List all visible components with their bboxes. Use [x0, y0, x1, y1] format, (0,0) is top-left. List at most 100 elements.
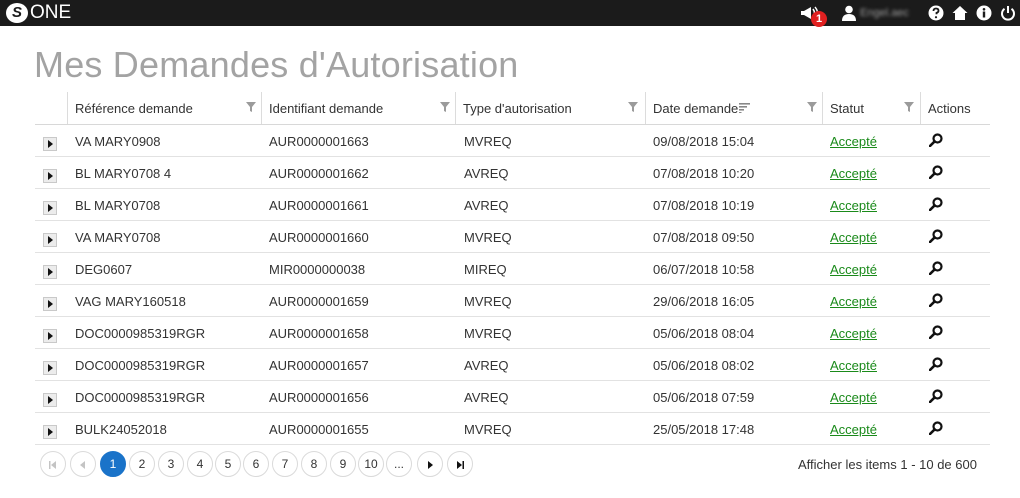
status-link[interactable]: Accepté: [830, 422, 877, 437]
search-icon[interactable]: [929, 421, 943, 435]
expand-row-icon[interactable]: [43, 201, 57, 215]
filter-icon[interactable]: [904, 102, 914, 112]
expand-row-icon[interactable]: [43, 393, 57, 407]
table-row[interactable]: DOC0000985319RGR AUR0000001658 MVREQ 05/…: [35, 317, 990, 349]
first-page-icon: [49, 461, 56, 469]
cell-reference: BULK24052018: [75, 422, 167, 437]
filter-icon[interactable]: [246, 102, 256, 112]
table-row[interactable]: DEG0607 MIR0000000038 MIREQ 06/07/2018 1…: [35, 253, 990, 285]
info-icon[interactable]: [975, 4, 993, 22]
expand-row-icon[interactable]: [43, 137, 57, 151]
power-icon[interactable]: [999, 4, 1017, 22]
table-row[interactable]: BULK24052018 AUR0000001655 MVREQ 25/05/2…: [35, 413, 990, 445]
last-page-button[interactable]: [447, 451, 473, 477]
page-button[interactable]: 10: [358, 451, 384, 477]
page-button[interactable]: ...: [386, 451, 412, 477]
status-link[interactable]: Accepté: [830, 358, 877, 373]
cell-identifier: AUR0000001660: [269, 230, 369, 245]
page-button[interactable]: 5: [215, 451, 241, 477]
page-button[interactable]: 9: [330, 451, 356, 477]
next-page-button[interactable]: [417, 451, 443, 477]
search-icon[interactable]: [929, 165, 943, 179]
filter-icon[interactable]: [440, 102, 450, 112]
table-row[interactable]: VA MARY0908 AUR0000001663 MVREQ 09/08/20…: [35, 125, 990, 157]
search-icon[interactable]: [929, 261, 943, 275]
expand-row-icon[interactable]: [43, 297, 57, 311]
sort-descending-icon: [739, 103, 750, 113]
top-bar: S ONE 1 Engel.aec: [0, 0, 1020, 27]
page-button-current[interactable]: 1: [100, 451, 126, 477]
cell-reference: DOC0000985319RGR: [75, 326, 206, 341]
expand-row-icon[interactable]: [43, 329, 57, 343]
page-button[interactable]: 2: [129, 451, 155, 477]
search-icon[interactable]: [929, 229, 943, 243]
search-icon[interactable]: [929, 357, 943, 371]
app-logo[interactable]: S ONE: [6, 2, 71, 24]
status-link[interactable]: Accepté: [830, 390, 877, 405]
cell-identifier: AUR0000001657: [269, 358, 369, 373]
cell-identifier: AUR0000001663: [269, 134, 369, 149]
user-icon[interactable]: [840, 4, 858, 22]
cell-type: MVREQ: [464, 134, 512, 149]
status-link[interactable]: Accepté: [830, 262, 877, 277]
page-button[interactable]: 6: [243, 451, 269, 477]
page-button[interactable]: 3: [158, 451, 184, 477]
requests-table: Référence demande Identifiant demande Ty…: [35, 92, 990, 445]
expand-row-icon[interactable]: [43, 169, 57, 183]
cell-identifier: AUR0000001658: [269, 326, 369, 341]
help-icon[interactable]: [927, 4, 945, 22]
status-link[interactable]: Accepté: [830, 166, 877, 181]
cell-type: AVREQ: [464, 198, 509, 213]
search-icon[interactable]: [929, 325, 943, 339]
column-header-reference[interactable]: Référence demande: [67, 92, 261, 124]
status-link[interactable]: Accepté: [830, 326, 877, 341]
table-row[interactable]: BL MARY0708 4 AUR0000001662 AVREQ 07/08/…: [35, 157, 990, 189]
logo-text: ONE: [30, 2, 72, 23]
table-body: VA MARY0908 AUR0000001663 MVREQ 09/08/20…: [35, 125, 990, 445]
prev-page-button: [70, 451, 96, 477]
table-row[interactable]: BL MARY0708 AUR0000001661 AVREQ 07/08/20…: [35, 189, 990, 221]
expand-row-icon[interactable]: [43, 425, 57, 439]
cell-reference: DOC0000985319RGR: [75, 358, 206, 373]
table-row[interactable]: DOC0000985319RGR AUR0000001657 AVREQ 05/…: [35, 349, 990, 381]
search-icon[interactable]: [929, 133, 943, 147]
status-link[interactable]: Accepté: [830, 198, 877, 213]
table-row[interactable]: VAG MARY160518 AUR0000001659 MVREQ 29/06…: [35, 285, 990, 317]
status-link[interactable]: Accepté: [830, 294, 877, 309]
expand-row-icon[interactable]: [43, 233, 57, 247]
table-row[interactable]: DOC0000985319RGR AUR0000001656 AVREQ 05/…: [35, 381, 990, 413]
cell-type: MVREQ: [464, 294, 512, 309]
status-link[interactable]: Accepté: [830, 134, 877, 149]
cell-date: 09/08/2018 15:04: [653, 134, 755, 149]
status-link[interactable]: Accepté: [830, 230, 877, 245]
search-icon[interactable]: [929, 197, 943, 211]
column-header-type[interactable]: Type d'autorisation: [455, 92, 645, 124]
column-header-date[interactable]: Date demande: [645, 92, 822, 124]
table-row[interactable]: VA MARY0708 AUR0000001660 MVREQ 07/08/20…: [35, 221, 990, 253]
cell-type: MVREQ: [464, 326, 512, 341]
home-icon[interactable]: [951, 4, 969, 22]
cell-type: AVREQ: [464, 358, 509, 373]
page-button[interactable]: 7: [272, 451, 298, 477]
cell-identifier: AUR0000001661: [269, 198, 369, 213]
user-name[interactable]: Engel.aec: [860, 7, 909, 19]
cell-identifier: AUR0000001662: [269, 166, 369, 181]
page-button[interactable]: 8: [301, 451, 327, 477]
column-header-identifier[interactable]: Identifiant demande: [261, 92, 455, 124]
expand-row-icon[interactable]: [43, 265, 57, 279]
cell-reference: BL MARY0708: [75, 198, 161, 213]
expand-row-icon[interactable]: [43, 361, 57, 375]
filter-icon[interactable]: [628, 102, 638, 112]
cell-date: 29/06/2018 16:05: [653, 294, 755, 309]
search-icon[interactable]: [929, 389, 943, 403]
cell-date: 05/06/2018 08:02: [653, 358, 755, 373]
filter-icon[interactable]: [807, 102, 817, 112]
column-header-status[interactable]: Statut: [822, 92, 920, 124]
cell-type: AVREQ: [464, 166, 509, 181]
page-button[interactable]: 4: [187, 451, 213, 477]
cell-date: 05/06/2018 07:59: [653, 390, 755, 405]
column-header-actions: Actions: [920, 92, 991, 124]
last-page-icon: [457, 461, 464, 469]
search-icon[interactable]: [929, 293, 943, 307]
logo-mark: S: [6, 3, 28, 23]
